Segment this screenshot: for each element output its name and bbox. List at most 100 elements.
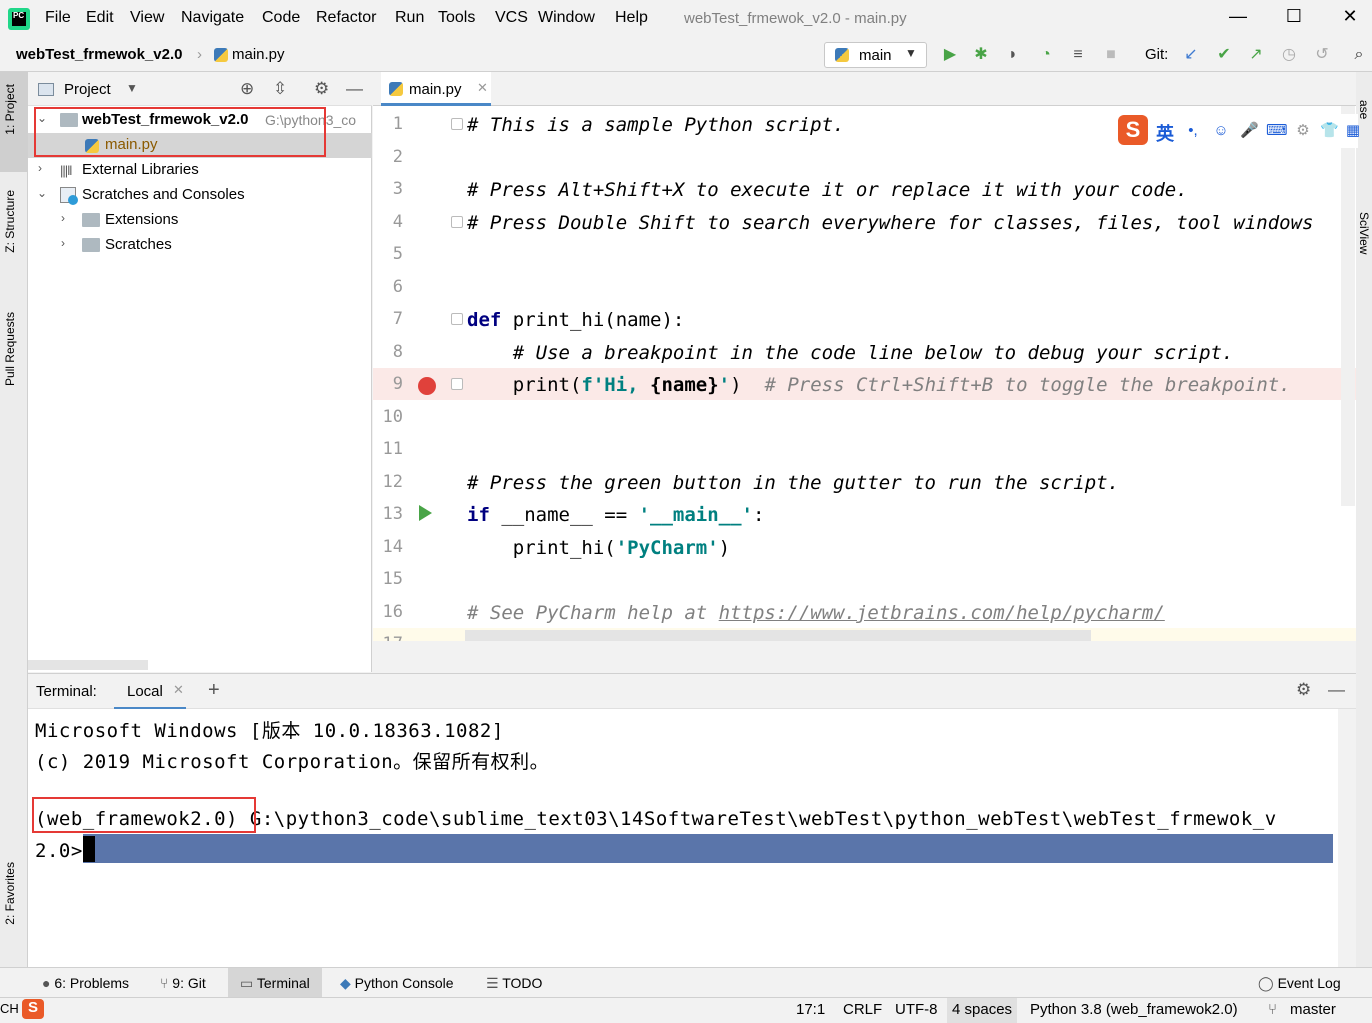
- stop-icon[interactable]: ■: [1102, 46, 1120, 64]
- git-push-icon[interactable]: ↗: [1247, 46, 1265, 64]
- chevron-down-icon[interactable]: ⌄: [37, 186, 47, 200]
- tab-main-py[interactable]: main.py ✕: [381, 72, 491, 106]
- menu-code[interactable]: Code: [262, 9, 300, 27]
- menu-window[interactable]: Window: [538, 9, 595, 27]
- chevron-right-icon[interactable]: ›: [38, 161, 42, 175]
- collapse-all-icon[interactable]: ⇳: [273, 79, 287, 99]
- menu-edit[interactable]: Edit: [86, 9, 114, 27]
- tool-tab-structure[interactable]: Z: Structure: [3, 190, 17, 253]
- tool-window-event-log[interactable]: ◯ Event Log: [1258, 968, 1341, 998]
- menu-tools[interactable]: Tools: [438, 9, 475, 27]
- editor-horizontal-scrollbar[interactable]: [465, 630, 1091, 641]
- tree-item-scratches-consoles[interactable]: ⌄ Scratches and Consoles: [28, 183, 372, 208]
- menu-vcs[interactable]: VCS: [495, 9, 528, 27]
- chevron-right-icon[interactable]: ›: [61, 211, 65, 225]
- sogou-logo-icon[interactable]: S: [1118, 115, 1148, 145]
- menu-navigate[interactable]: Navigate: [181, 9, 244, 27]
- breadcrumb-file[interactable]: main.py: [232, 46, 285, 63]
- tool-tab-sciview[interactable]: SciView: [1357, 212, 1371, 254]
- ime-emoji-icon[interactable]: ☺: [1212, 122, 1230, 140]
- python-file-icon: [214, 48, 228, 62]
- hide-icon[interactable]: —: [1328, 680, 1345, 700]
- run-gutter-icon[interactable]: [419, 505, 432, 521]
- menu-file[interactable]: File: [45, 9, 71, 27]
- fold-icon[interactable]: [451, 216, 463, 228]
- tool-window-terminal[interactable]: ▭ Terminal: [228, 968, 322, 998]
- highlight-box: [34, 107, 326, 157]
- gear-icon[interactable]: ⚙: [1296, 680, 1311, 700]
- breakpoint-icon[interactable]: [418, 377, 436, 395]
- tool-window-problems[interactable]: ● 6: Problems: [42, 968, 129, 998]
- vertical-scrollbar[interactable]: [1341, 106, 1355, 506]
- close-button[interactable]: ✕: [1336, 6, 1364, 32]
- menu-refactor[interactable]: Refactor: [316, 9, 376, 27]
- search-icon[interactable]: ⌕: [1350, 46, 1368, 64]
- horizontal-scrollbar[interactable]: [28, 660, 148, 670]
- hide-icon[interactable]: —: [346, 79, 363, 99]
- fold-icon[interactable]: [451, 118, 463, 130]
- terminal-icon: ▭: [240, 975, 257, 991]
- menu-run[interactable]: Run: [395, 9, 424, 27]
- close-icon[interactable]: ✕: [173, 682, 184, 698]
- git-commit-icon[interactable]: ✔: [1215, 46, 1233, 64]
- fold-icon[interactable]: [451, 378, 463, 390]
- concurrency-icon[interactable]: ≡: [1069, 46, 1087, 64]
- menu-view[interactable]: View: [130, 9, 164, 27]
- history-icon[interactable]: ◷: [1280, 46, 1298, 64]
- indent-setting[interactable]: 4 spaces: [947, 998, 1018, 1023]
- tool-window-python-console[interactable]: ◆ Python Console: [340, 968, 454, 998]
- code-text: print_hi('PyCharm'): [467, 537, 730, 559]
- tool-tab-project[interactable]: 1: Project: [3, 84, 17, 135]
- code-text: # Press the green button in the gutter t…: [467, 472, 1120, 494]
- minimize-button[interactable]: —: [1224, 6, 1252, 32]
- ime-skin-icon[interactable]: 👕: [1320, 122, 1339, 140]
- python-interpreter[interactable]: Python 3.8 (web_framewok2.0): [1030, 1001, 1238, 1018]
- chevron-down-icon[interactable]: ▼: [126, 81, 138, 95]
- tool-window-git[interactable]: ⑂ 9: Git: [160, 968, 206, 998]
- terminal-scrollbar[interactable]: [1338, 709, 1356, 967]
- git-branch[interactable]: master: [1290, 1001, 1336, 1018]
- coverage-icon[interactable]: ◗: [1004, 46, 1022, 64]
- menu-help[interactable]: Help: [615, 9, 648, 27]
- ime-user-icon[interactable]: ⚙: [1294, 122, 1312, 140]
- tool-tab-pull-requests[interactable]: Pull Requests: [3, 312, 17, 386]
- locate-icon[interactable]: ⊕: [240, 79, 254, 99]
- run-icon[interactable]: ▶: [941, 46, 959, 64]
- profile-icon[interactable]: ◔: [1037, 46, 1055, 64]
- breadcrumb-project[interactable]: webTest_frmewok_v2.0: [16, 46, 182, 63]
- terminal-tab-local[interactable]: Local ✕: [114, 674, 186, 710]
- ime-toolbox-icon[interactable]: ▦: [1344, 122, 1362, 140]
- tool-window-label: Python Console: [354, 975, 454, 991]
- python-console-icon: ◆: [340, 975, 355, 991]
- git-update-icon[interactable]: ↙: [1182, 46, 1200, 64]
- line-separator[interactable]: CRLF: [843, 1001, 882, 1018]
- terminal-output[interactable]: Microsoft Windows [版本 10.0.18363.1082] (…: [28, 709, 1338, 967]
- tool-tab-favorites[interactable]: 2: Favorites: [3, 862, 17, 925]
- file-encoding[interactable]: UTF-8: [895, 1001, 938, 1018]
- fold-icon[interactable]: [451, 313, 463, 325]
- help-link[interactable]: https://www.jetbrains.com/help/pycharm/: [719, 602, 1165, 624]
- keyword: def: [467, 309, 502, 331]
- ime-punctuation-icon[interactable]: •,: [1184, 122, 1202, 140]
- tree-item-scratches[interactable]: › Scratches: [28, 233, 372, 258]
- gear-icon[interactable]: ⚙: [314, 79, 329, 99]
- tree-item-external-libraries[interactable]: › |||‖ External Libraries: [28, 158, 372, 183]
- add-terminal-button[interactable]: +: [208, 679, 220, 702]
- rollback-icon[interactable]: ↺: [1313, 46, 1331, 64]
- maximize-button[interactable]: ☐: [1280, 6, 1308, 32]
- chevron-right-icon[interactable]: ›: [61, 236, 65, 250]
- close-icon[interactable]: ✕: [477, 80, 488, 96]
- debug-icon[interactable]: ✱: [972, 46, 990, 64]
- sogou-tray-icon[interactable]: S: [22, 999, 44, 1019]
- run-configuration-select[interactable]: main ▼: [824, 42, 927, 68]
- clock-icon: [68, 195, 78, 205]
- tool-tab-database[interactable]: ase: [1357, 100, 1371, 119]
- ime-keyboard-icon[interactable]: ⌨: [1266, 122, 1288, 140]
- tool-window-todo[interactable]: ☰ TODO: [486, 968, 542, 998]
- caret-position[interactable]: 17:1: [796, 1001, 825, 1018]
- ime-microphone-icon[interactable]: 🎤: [1240, 122, 1259, 140]
- tree-item-extensions[interactable]: › Extensions: [28, 208, 372, 233]
- project-panel-title[interactable]: Project: [64, 81, 111, 98]
- code-editor[interactable]: 1 # This is a sample Python script. 2 3 # …: [373, 106, 1356, 641]
- ime-language-toggle[interactable]: 英: [1156, 120, 1174, 146]
